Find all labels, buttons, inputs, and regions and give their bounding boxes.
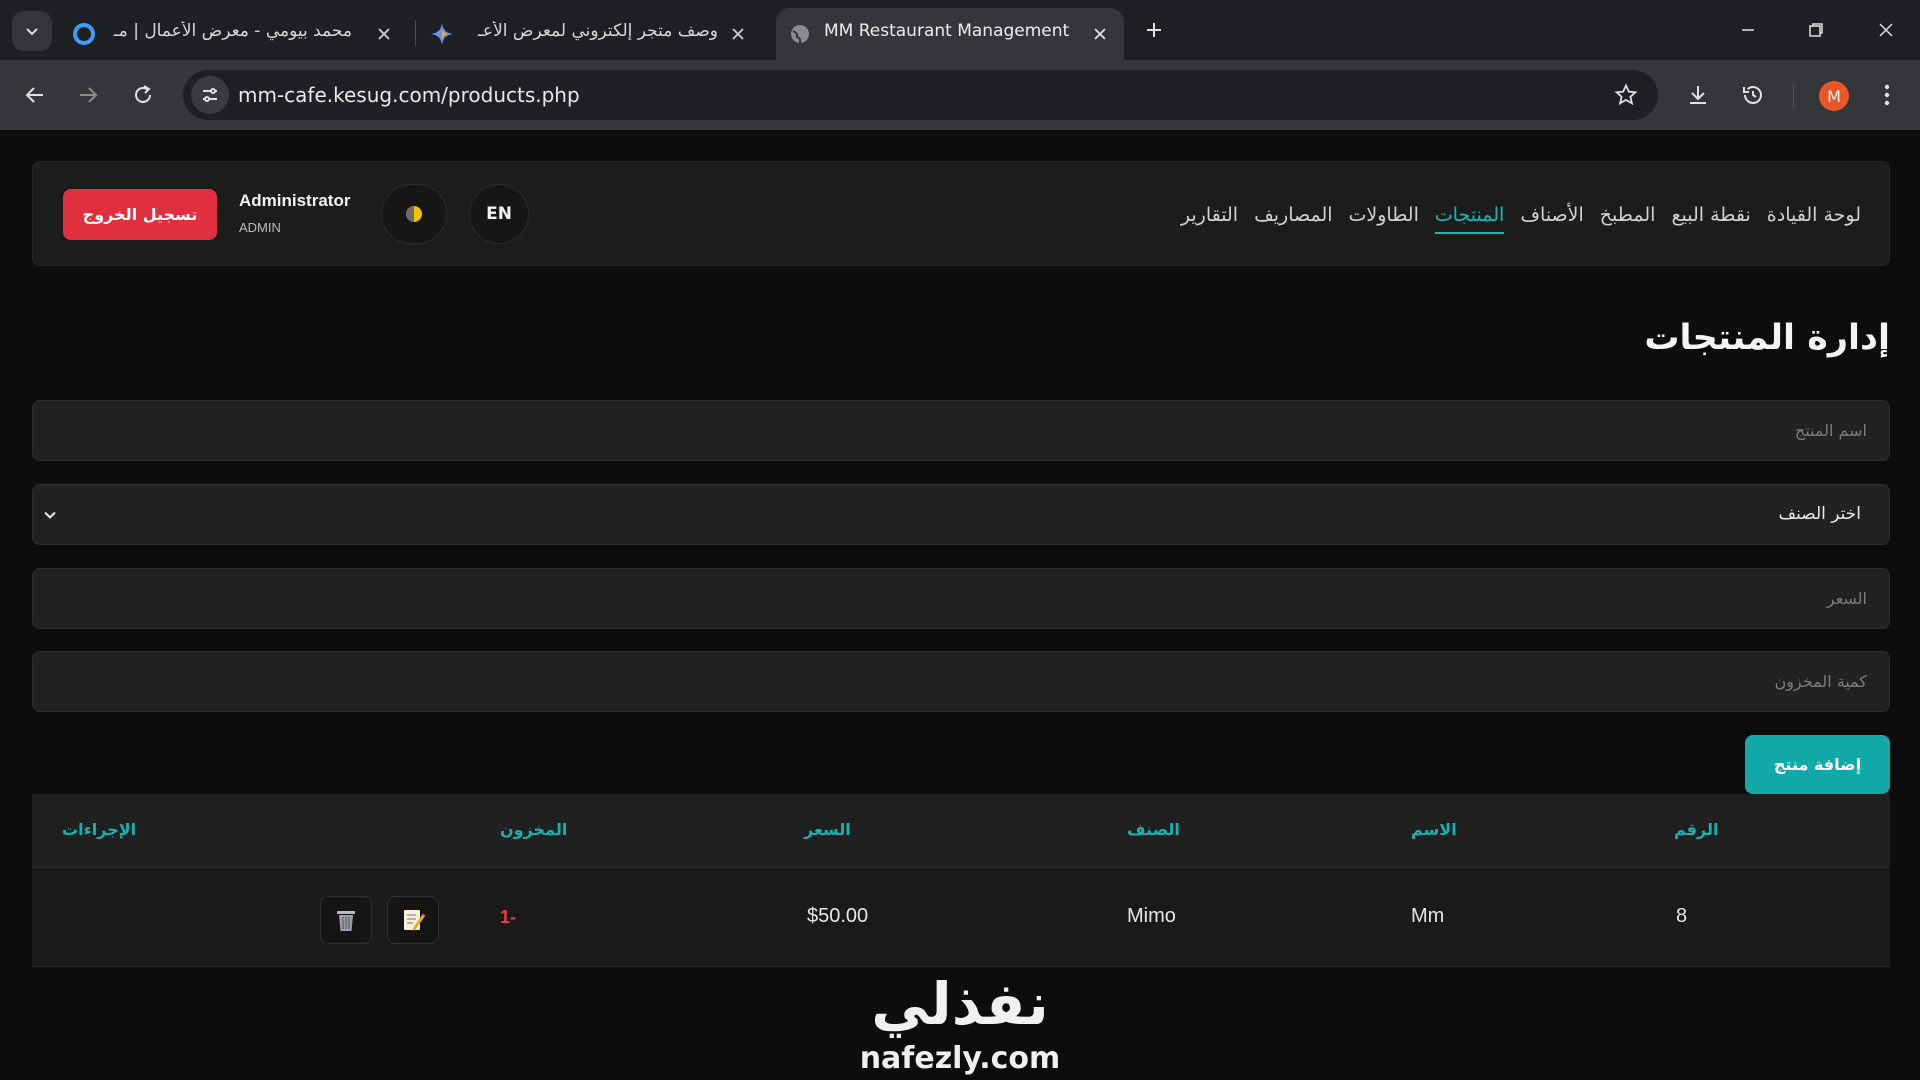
cell-stock: 1- xyxy=(500,907,517,927)
trash-icon xyxy=(337,911,355,931)
add-product-button[interactable]: إضافة منتج xyxy=(1745,735,1890,794)
download-icon xyxy=(1690,86,1706,104)
cell-id: 8 xyxy=(1676,905,1688,927)
menu-item-reports[interactable]: التقارير xyxy=(1181,198,1238,232)
header-stock: المخزون xyxy=(500,820,568,839)
tab-gemini[interactable]: وصف متجر إلكتروني لمعرض الأعـ xyxy=(418,8,758,60)
menu-item-products[interactable]: المنتجات xyxy=(1434,198,1505,234)
stock-field xyxy=(32,651,1890,712)
memo-icon xyxy=(404,910,426,931)
bookmark-star-icon[interactable] xyxy=(1612,81,1640,109)
profile-avatar[interactable]: M xyxy=(1819,81,1849,111)
page-content: لوحة القيادة نقطة البيع المطبخ الأصناف ا… xyxy=(0,130,1920,1080)
header-category: الصنف xyxy=(1127,820,1180,839)
header-id: الرقم xyxy=(1674,820,1719,839)
product-name-input[interactable] xyxy=(33,401,1889,460)
theme-toggle-button[interactable] xyxy=(381,184,447,244)
minimize-button[interactable] xyxy=(1730,12,1766,48)
url-text: mm-cafe.kesug.com/products.php xyxy=(238,83,580,107)
language-toggle-button[interactable]: EN xyxy=(469,184,529,244)
reload-button[interactable] xyxy=(125,77,161,113)
close-tab-icon[interactable] xyxy=(724,20,752,48)
close-icon xyxy=(1879,23,1893,37)
forward-button[interactable] xyxy=(70,77,106,113)
close-tab-icon[interactable] xyxy=(370,20,398,48)
cell-category: Mimo xyxy=(1127,905,1176,927)
nafezly-watermark-logo: نفذلي nafezly.com xyxy=(860,970,1061,1076)
product-name-field xyxy=(32,400,1890,461)
globe-icon xyxy=(788,22,812,46)
tab-active-restaurant[interactable]: MM Restaurant Management xyxy=(776,8,1124,60)
new-tab-button[interactable] xyxy=(1138,14,1170,46)
menu-item-kitchen[interactable]: المطبخ xyxy=(1600,198,1656,232)
products-table: الرقم الاسم الصنف السعر المخزون الإجراءا… xyxy=(32,794,1890,967)
history-icon xyxy=(1743,86,1762,104)
stock-input[interactable] xyxy=(33,652,1889,711)
delete-button[interactable] xyxy=(320,896,372,944)
restore-icon xyxy=(1809,23,1823,37)
category-select-value: اختر الصنف xyxy=(1778,504,1861,524)
menu-item-pos[interactable]: نقطة البيع xyxy=(1671,198,1750,232)
site-info-icon[interactable] xyxy=(191,76,229,114)
tab-title: MM Restaurant Management xyxy=(824,21,1070,41)
arrow-left-icon xyxy=(25,87,43,103)
browser-toolbar: mm-cafe.kesug.com/products.php M xyxy=(0,60,1920,130)
tab-title: محمد بيومي - معرض الأعمال | مـ xyxy=(113,21,352,41)
downloads-button[interactable] xyxy=(1680,77,1716,113)
tab-search-button[interactable] xyxy=(12,11,52,51)
minimize-icon xyxy=(1742,29,1754,31)
table-header: الرقم الاسم الصنف السعر المخزون الإجراءا… xyxy=(32,794,1890,868)
portfolio-favicon-icon xyxy=(72,22,96,46)
watermark-latin: nafezly.com xyxy=(860,1041,1061,1076)
back-button[interactable] xyxy=(17,77,53,113)
main-menu: لوحة القيادة نقطة البيع المطبخ الأصناف ا… xyxy=(1181,162,1861,267)
address-bar[interactable]: mm-cafe.kesug.com/products.php xyxy=(183,70,1658,120)
header-price: السعر xyxy=(804,820,851,839)
tab-separator xyxy=(415,20,416,46)
cell-price: $50.00 xyxy=(807,905,869,927)
close-tab-icon[interactable] xyxy=(1086,20,1114,48)
app-navbar: لوحة القيادة نقطة البيع المطبخ الأصناف ا… xyxy=(32,161,1890,266)
arrow-right-icon xyxy=(80,87,98,103)
gemini-favicon-icon xyxy=(430,22,454,46)
chevron-down-icon xyxy=(26,28,38,36)
edit-button[interactable] xyxy=(387,896,439,944)
logout-button[interactable]: تسجيل الخروج xyxy=(63,189,217,240)
menu-item-expenses[interactable]: المصاريف xyxy=(1254,198,1332,232)
browser-tab-strip: محمد بيومي - معرض الأعمال | مـ وصف متجر … xyxy=(0,0,1920,60)
history-button[interactable] xyxy=(1735,77,1771,113)
header-name: الاسم xyxy=(1411,820,1457,839)
close-window-button[interactable] xyxy=(1868,12,1904,48)
page-title: إدارة المنتجات xyxy=(1644,318,1890,358)
user-role: ADMIN xyxy=(239,220,281,235)
toolbar-divider xyxy=(1793,84,1794,108)
menu-item-dashboard[interactable]: لوحة القيادة xyxy=(1767,198,1861,232)
reload-icon xyxy=(135,85,151,103)
menu-item-tables[interactable]: الطاولات xyxy=(1349,198,1419,232)
header-actions: الإجراءات xyxy=(62,820,137,839)
table-row: 8 Mm Mimo $50.00 1- xyxy=(32,868,1890,967)
menu-item-categories[interactable]: الأصناف xyxy=(1520,198,1583,232)
user-name: Administrator xyxy=(239,191,351,210)
cell-name: Mm xyxy=(1411,905,1445,927)
browser-menu-button[interactable] xyxy=(1869,77,1905,113)
tab-title: وصف متجر إلكتروني لمعرض الأعـ xyxy=(477,21,718,41)
more-vertical-icon xyxy=(1884,84,1890,106)
tab-portfolio[interactable]: محمد بيومي - معرض الأعمال | مـ xyxy=(66,8,406,60)
half-moon-icon xyxy=(406,206,422,222)
price-field xyxy=(32,568,1890,629)
price-input[interactable] xyxy=(33,569,1889,628)
watermark-arabic: نفذلي xyxy=(871,970,1048,1038)
category-select[interactable]: اختر الصنف xyxy=(32,484,1890,545)
plus-icon xyxy=(1147,23,1161,37)
chevron-down-icon xyxy=(37,502,63,528)
restore-button[interactable] xyxy=(1798,12,1834,48)
